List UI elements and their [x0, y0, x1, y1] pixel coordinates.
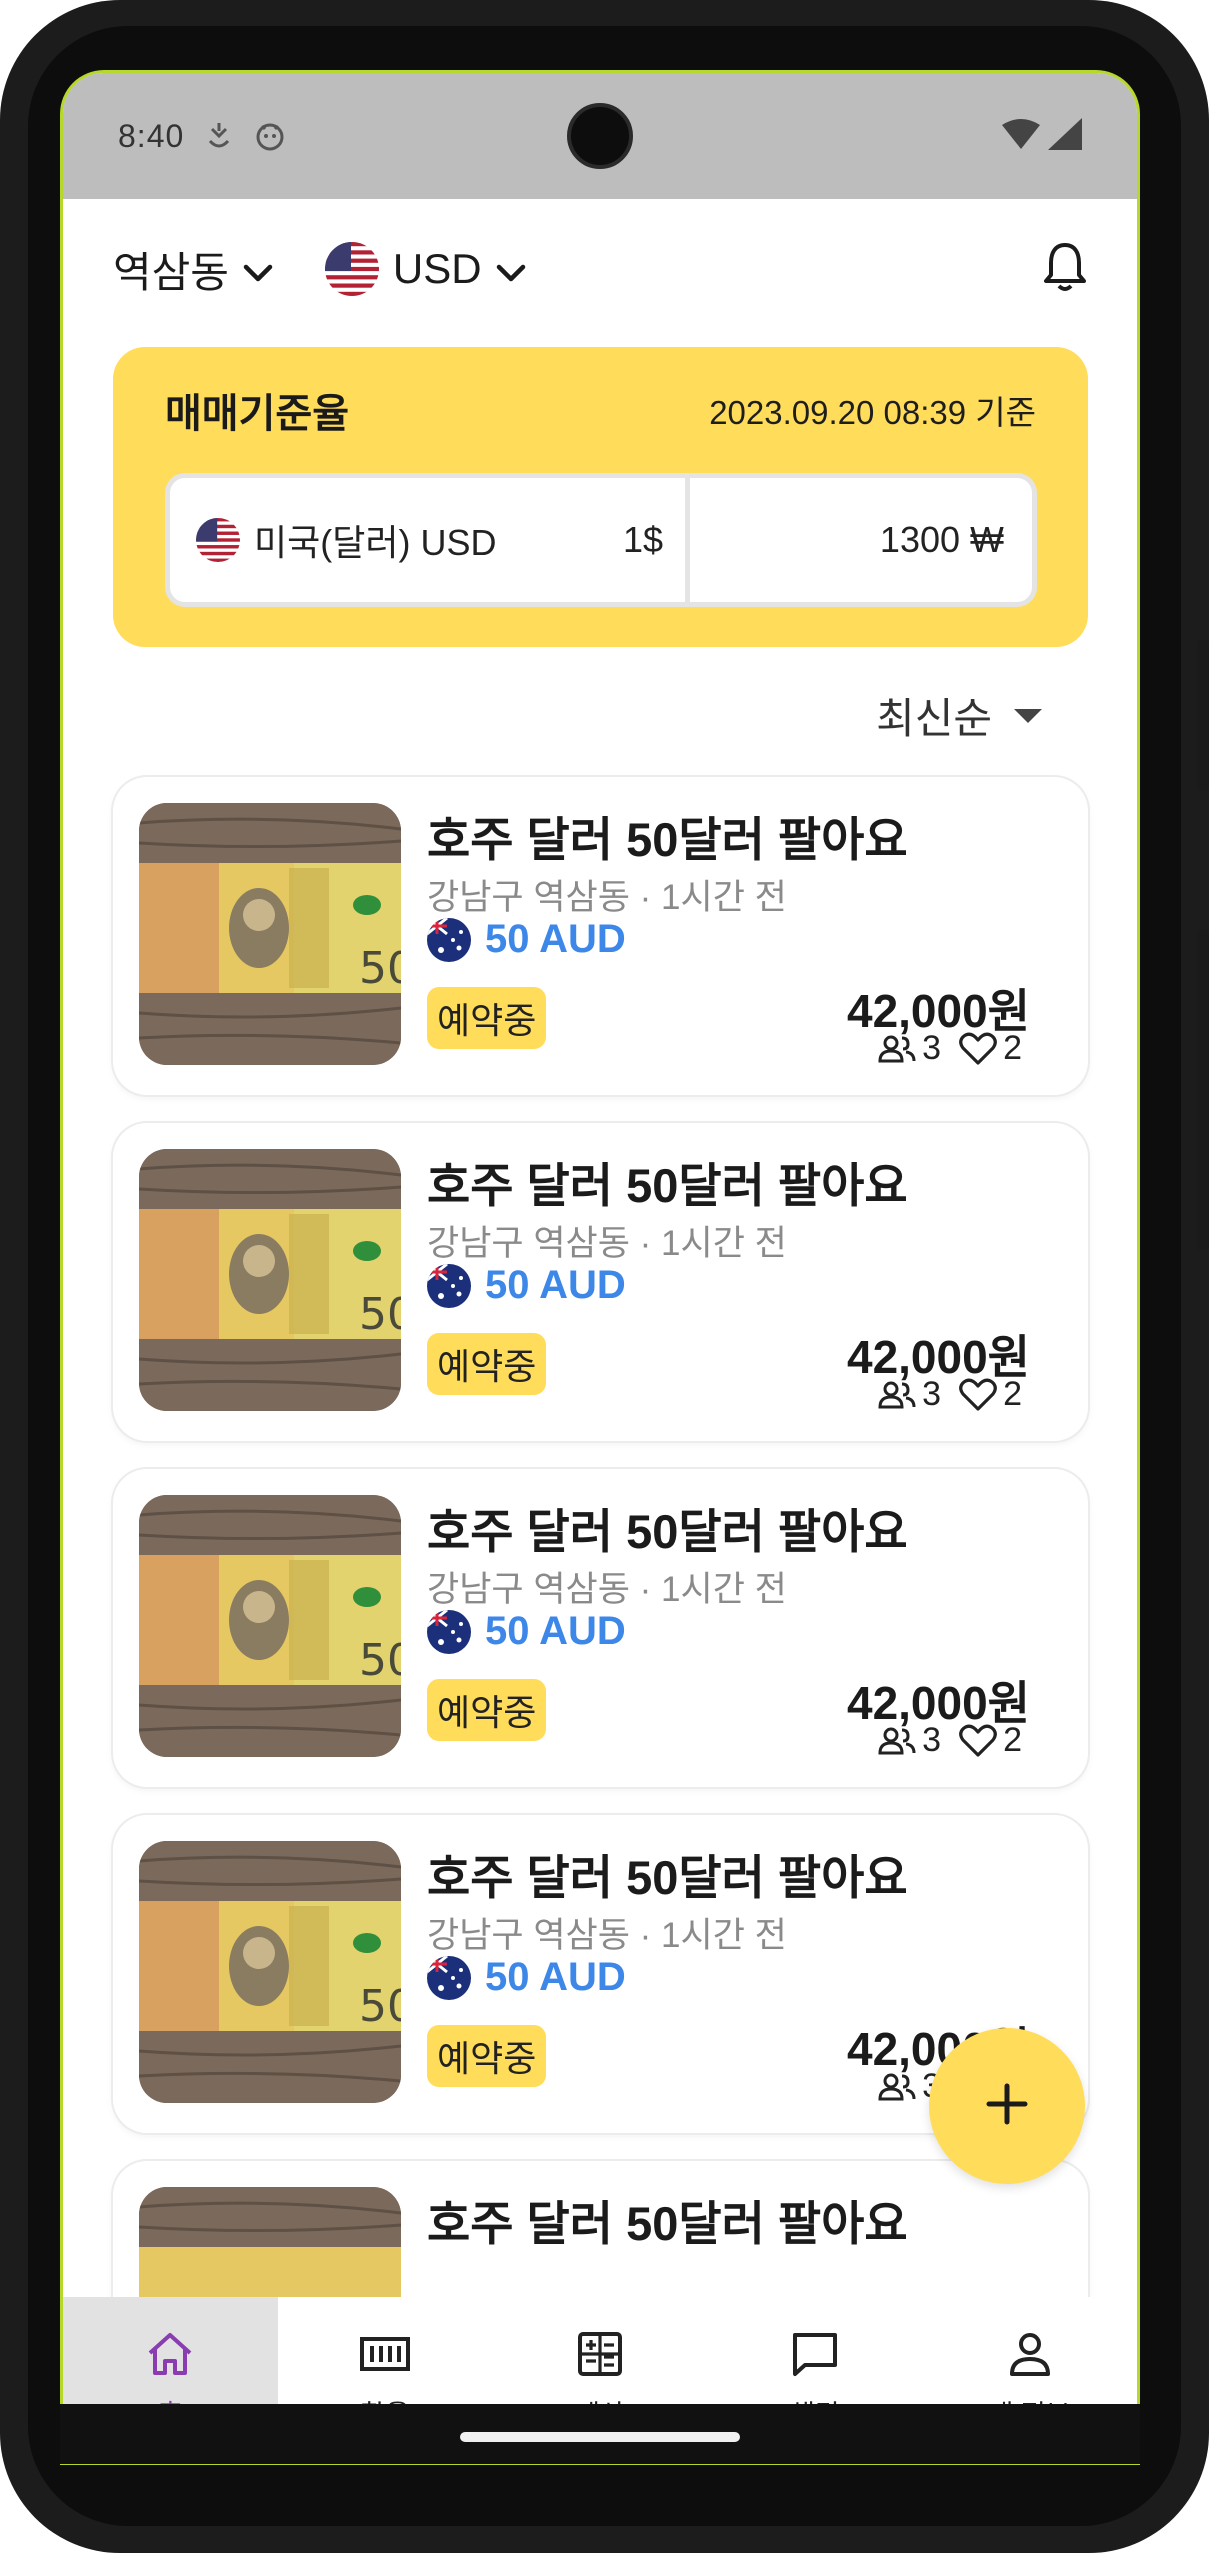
svg-text:50: 50: [359, 1289, 401, 1340]
people-icon: [878, 1727, 916, 1755]
chat-count: 3: [922, 1375, 942, 1413]
listing-title: 호주 달러 50달러 팔아요: [427, 813, 908, 866]
listing-card[interactable]: 50 호주 달러 50달러 팔아요 강남구 역삼동 · 1시간 전 50 AUD…: [113, 777, 1088, 1095]
plus-icon: [985, 2082, 1029, 2131]
status-badge: 예약중: [427, 1333, 547, 1395]
chat-icon: [791, 2327, 839, 2381]
au-flag-icon: [427, 1609, 471, 1654]
heart-icon: [959, 1378, 997, 1412]
add-listing-button[interactable]: [929, 2028, 1085, 2184]
location-label: 역삼동: [113, 248, 229, 296]
sort-label: 최신순: [876, 695, 992, 742]
us-flag-icon: [324, 242, 379, 296]
like-count: 2: [1003, 1721, 1022, 1759]
banknote-photo: 50: [139, 1149, 401, 1411]
us-flag-icon: [196, 518, 240, 562]
status-badge: 예약중: [427, 987, 547, 1049]
au-flag-icon: [427, 917, 471, 962]
listing-stats: 3 2: [878, 1029, 1022, 1068]
status-bar: 8:40: [63, 73, 1137, 199]
chat-count: 3: [922, 1721, 942, 1759]
rate-krw-value: 1300 ₩: [879, 519, 1004, 560]
home-gesture-handle[interactable]: [460, 2432, 740, 2442]
listing-location: 강남구 역삼동 · 1시간 전: [427, 1570, 787, 1609]
rate-card-title: 매매기준율: [165, 392, 349, 436]
listing-card[interactable]: 50 호주 달러 50달러 팔아요 강남구 역삼동 · 1시간 전 50 AUD…: [113, 1123, 1088, 1441]
au-flag-icon: [427, 1263, 471, 1308]
listing-title: 호주 달러 50달러 팔아요: [427, 1505, 908, 1558]
currency-label: USD: [392, 245, 482, 292]
volume-button: [1197, 930, 1209, 1250]
banknote-photo: 50: [139, 1841, 401, 2103]
heart-icon: [959, 1032, 997, 1066]
people-icon: [878, 1381, 916, 1409]
chevron-down-icon: [496, 245, 526, 293]
data-saver-icon: [206, 121, 232, 151]
heart-icon: [959, 1724, 997, 1758]
currency-selector[interactable]: USD: [324, 242, 526, 296]
people-icon: [878, 1035, 916, 1063]
status-badge: 예약중: [427, 1679, 547, 1741]
listing-title: 호주 달러 50달러 팔아요: [427, 2197, 908, 2250]
listing-title: 호주 달러 50달러 팔아요: [427, 1851, 908, 1904]
listing-list: 50 호주 달러 50달러 팔아요 강남구 역삼동 · 1시간 전 50 AUD…: [113, 777, 1088, 2465]
svg-text:50: 50: [359, 1981, 401, 2032]
listing-card[interactable]: 50 호주 달러 50달러 팔아요 강남구 역삼동 · 1시간 전 50 AUD…: [113, 1469, 1088, 1787]
listing-amount: 50 AUD: [485, 1609, 626, 1653]
listing-location: 강남구 역삼동 · 1시간 전: [427, 878, 787, 917]
listing-stats: 3 2: [878, 1721, 1022, 1760]
person-icon: [1009, 2327, 1051, 2381]
wifi-icon: [1002, 118, 1040, 154]
bell-icon[interactable]: [1043, 241, 1087, 298]
power-button: [1197, 640, 1209, 790]
dropdown-arrow-icon: [1014, 708, 1042, 723]
listing-title: 호주 달러 50달러 팔아요: [427, 1159, 908, 1212]
rate-unit: 1$: [622, 519, 663, 560]
au-flag-icon: [427, 1955, 471, 2000]
calculator-icon: [577, 2327, 623, 2381]
svg-text:50: 50: [359, 943, 401, 994]
rate-card-date: 2023.09.20 08:39 기준: [709, 394, 1036, 431]
status-time: 8:40: [118, 117, 185, 154]
home-icon: [146, 2327, 194, 2381]
app-header: 역삼동 USD: [63, 199, 1137, 339]
sort-dropdown[interactable]: 최신순: [876, 685, 1042, 746]
listing-location: 강남구 역삼동 · 1시간 전: [427, 1916, 787, 1955]
android-debug-icon: [254, 120, 286, 152]
exchange-rate-card: 매매기준율 2023.09.20 08:39 기준 미국(달러) USD 1$: [113, 347, 1088, 647]
listing-amount: 50 AUD: [485, 1955, 626, 1999]
listing-amount: 50 AUD: [485, 1263, 626, 1307]
banknote-photo: 50: [139, 803, 401, 1065]
rate-currency-cell: 미국(달러) USD 1$: [170, 478, 690, 602]
banknote-photo: 50: [139, 1495, 401, 1757]
chat-count: 3: [922, 1029, 942, 1067]
app-screen: 8:40 역삼동 USD 매매기준율 2023.09.20 08:39 기준 미…: [60, 70, 1140, 2465]
like-count: 2: [1003, 1029, 1022, 1067]
people-icon: [878, 2073, 916, 2101]
signal-icon: [1048, 117, 1082, 155]
rate-currency-name: 미국(달러) USD: [254, 522, 497, 563]
status-badge: 예약중: [427, 2025, 547, 2087]
front-camera: [567, 103, 633, 169]
svg-text:50: 50: [359, 1635, 401, 1686]
listing-stats: 3 2: [878, 1375, 1022, 1414]
money-icon: [359, 2327, 411, 2381]
rate-box: 미국(달러) USD 1$ 1300 ₩: [165, 473, 1037, 607]
listing-location: 강남구 역삼동 · 1시간 전: [427, 1224, 787, 1263]
like-count: 2: [1003, 1375, 1022, 1413]
listing-amount: 50 AUD: [485, 917, 626, 961]
chevron-down-icon: [243, 245, 273, 293]
location-selector[interactable]: 역삼동: [113, 239, 273, 300]
